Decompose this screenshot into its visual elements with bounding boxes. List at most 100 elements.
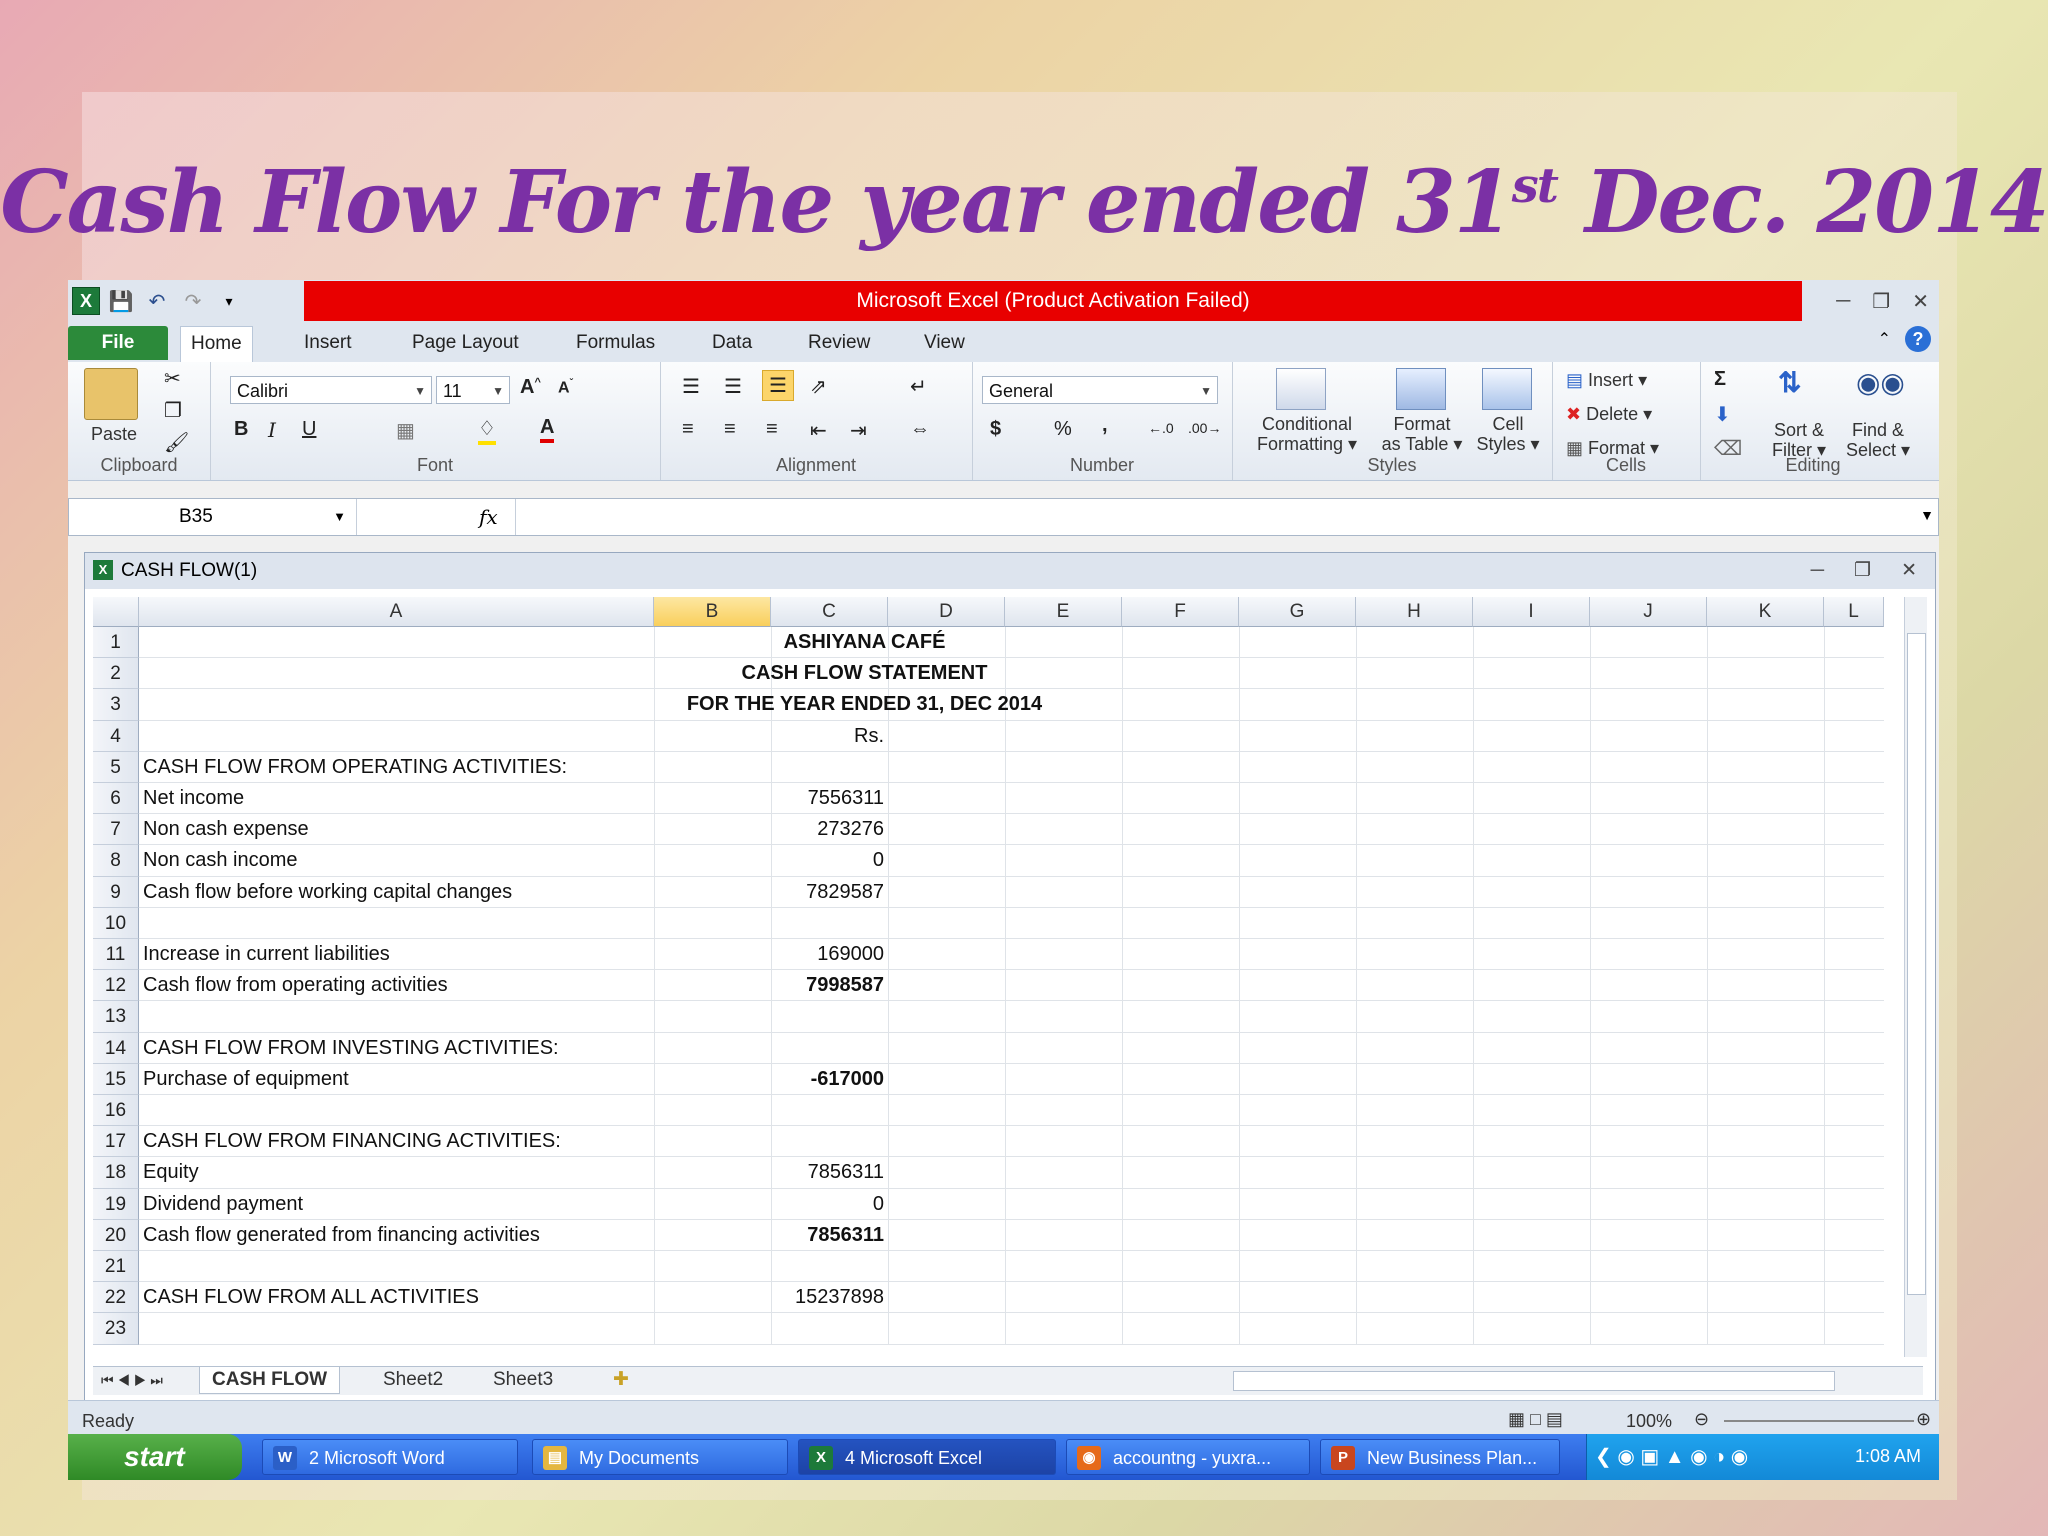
tab-file[interactable]: File xyxy=(68,326,168,360)
conditional-formatting-icon[interactable] xyxy=(1276,368,1326,410)
cut-icon[interactable]: ✂ xyxy=(164,366,181,391)
column-header-f[interactable]: F xyxy=(1122,597,1239,627)
new-sheet-icon[interactable]: ✚ xyxy=(613,1367,629,1393)
row-header[interactable]: 18 xyxy=(93,1157,139,1189)
zoom-slider[interactable] xyxy=(1724,1420,1914,1422)
autosum-icon[interactable]: Σ xyxy=(1714,368,1726,391)
cell-c-value[interactable]: 273276 xyxy=(771,814,884,845)
workbook-restore-icon[interactable]: ❐ xyxy=(1854,553,1871,589)
close-icon[interactable]: ✕ xyxy=(1912,289,1929,314)
cell-c-value[interactable]: 15237898 xyxy=(771,1282,884,1313)
cell-a-label[interactable]: Purchase of equipment xyxy=(143,1064,349,1095)
cell-c-value[interactable]: 7829587 xyxy=(771,877,884,908)
row-header[interactable]: 21 xyxy=(93,1251,139,1283)
row-header[interactable]: 11 xyxy=(93,939,139,971)
cell-a-label[interactable]: Non cash expense xyxy=(143,814,309,845)
sheet-tab-sheet2[interactable]: Sheet2 xyxy=(383,1367,443,1393)
cell-a-label[interactable]: Increase in current liabilities xyxy=(143,939,390,970)
align-left-icon[interactable]: ≡ xyxy=(682,418,694,441)
sheet-tab-cash-flow[interactable]: CASH FLOW xyxy=(199,1367,341,1394)
row-header[interactable]: 19 xyxy=(93,1188,139,1220)
row-header[interactable]: 16 xyxy=(93,1095,139,1127)
tab-formulas[interactable]: Formulas xyxy=(566,326,665,360)
row-header[interactable]: 10 xyxy=(93,907,139,939)
bold-icon[interactable]: B xyxy=(234,418,248,441)
align-middle-icon[interactable]: ☰ xyxy=(724,374,742,399)
row-header[interactable]: 6 xyxy=(93,783,139,815)
insert-cells-button[interactable]: ▤ Insert ▾ xyxy=(1566,370,1647,390)
tab-home[interactable]: Home xyxy=(180,326,253,363)
table-row[interactable] xyxy=(139,783,1884,815)
cell-c-value[interactable]: 169000 xyxy=(771,939,884,970)
sheet-tab-sheet3[interactable]: Sheet3 xyxy=(493,1367,553,1393)
align-top-icon[interactable]: ☰ xyxy=(682,374,700,399)
table-row[interactable] xyxy=(139,1157,1884,1189)
cell-a-label[interactable]: CASH FLOW FROM FINANCING ACTIVITIES: xyxy=(143,1126,561,1157)
underline-icon[interactable]: U xyxy=(302,418,316,441)
table-row[interactable] xyxy=(139,721,1884,752)
cell-c-value[interactable]: 7856311 xyxy=(771,1220,884,1251)
row-header[interactable]: 13 xyxy=(93,1001,139,1033)
cell-a-label[interactable]: Non cash income xyxy=(143,845,298,876)
table-row[interactable] xyxy=(139,908,1884,939)
tab-review[interactable]: Review xyxy=(798,326,880,360)
cell-c-value[interactable]: -617000 xyxy=(771,1064,884,1095)
format-painter-icon[interactable]: 🖌 xyxy=(164,430,189,455)
row-header[interactable]: 7 xyxy=(93,814,139,846)
cell-styles-button[interactable]: Cell Styles ▾ xyxy=(1470,414,1546,454)
table-row[interactable] xyxy=(139,1001,1884,1033)
taskbar-button[interactable]: ▤ My Documents xyxy=(532,1439,788,1475)
sort-filter-button[interactable]: Sort & Filter ▾ xyxy=(1764,420,1834,460)
column-header-i[interactable]: I xyxy=(1473,597,1590,627)
row-header[interactable]: 5 xyxy=(93,751,139,783)
sheet-nav-arrows[interactable]: ⏮ ◀ ▶ ⏭ xyxy=(101,1367,163,1393)
column-header-a[interactable]: A xyxy=(139,597,654,627)
help-icon[interactable]: ? xyxy=(1905,326,1931,352)
column-header-j[interactable]: J xyxy=(1590,597,1707,627)
conditional-formatting-button[interactable]: Conditional Formatting ▾ xyxy=(1232,414,1382,454)
header-title-cell[interactable]: CASH FLOW STATEMENT xyxy=(139,658,1590,689)
table-row[interactable] xyxy=(139,1095,1884,1127)
excel-logo-icon[interactable]: X xyxy=(72,287,100,315)
binoculars-icon[interactable]: ◉◉ xyxy=(1856,366,1905,399)
name-box[interactable]: B35 ▼ xyxy=(69,499,357,535)
decrease-decimal-icon[interactable]: .00→ xyxy=(1188,420,1221,436)
row-header[interactable]: 17 xyxy=(93,1126,139,1158)
row-header[interactable]: 9 xyxy=(93,876,139,908)
column-header-l[interactable]: L xyxy=(1824,597,1884,627)
orientation-icon[interactable]: ⇗ xyxy=(810,374,827,399)
header-title-cell[interactable]: FOR THE YEAR ENDED 31, DEC 2014 xyxy=(139,689,1590,720)
row-header[interactable]: 2 xyxy=(93,658,139,690)
cell-c-value[interactable]: Rs. xyxy=(771,721,884,752)
cell-a-label[interactable]: CASH FLOW FROM ALL ACTIVITIES xyxy=(143,1282,479,1313)
column-header-k[interactable]: K xyxy=(1707,597,1824,627)
paste-button[interactable]: Paste xyxy=(74,424,154,444)
taskbar-button[interactable]: ◉ accountng - yuxra... xyxy=(1066,1439,1310,1475)
cell-a-label[interactable]: CASH FLOW FROM INVESTING ACTIVITIES: xyxy=(143,1033,559,1064)
view-buttons[interactable]: ▦ □ ▤ xyxy=(1508,1409,1563,1430)
undo-icon[interactable]: ↶ xyxy=(142,286,172,316)
percent-button[interactable]: % xyxy=(1054,418,1072,441)
table-row[interactable] xyxy=(139,845,1884,877)
header-title-cell[interactable]: ASHIYANA CAFÉ xyxy=(139,627,1590,658)
row-header[interactable]: 22 xyxy=(93,1282,139,1314)
table-row[interactable] xyxy=(139,1313,1884,1345)
row-header[interactable]: 4 xyxy=(93,720,139,752)
taskbar-button[interactable]: X 4 Microsoft Excel xyxy=(798,1439,1056,1475)
cell-a-label[interactable]: Net income xyxy=(143,783,244,814)
start-button[interactable]: start xyxy=(68,1434,242,1480)
table-row[interactable] xyxy=(139,1251,1884,1283)
align-right-icon[interactable]: ≡ xyxy=(766,418,778,441)
merge-center-icon[interactable]: ⇔ xyxy=(910,418,930,441)
borders-icon[interactable]: ▦ xyxy=(396,418,415,443)
table-row[interactable] xyxy=(139,1064,1884,1095)
delete-cells-button[interactable]: ✖ Delete ▾ xyxy=(1566,404,1652,424)
column-header-b[interactable]: B xyxy=(654,597,771,627)
cell-c-value[interactable]: 0 xyxy=(771,1189,884,1220)
column-header-e[interactable]: E xyxy=(1005,597,1122,627)
sort-filter-icon[interactable]: ⇅ xyxy=(1778,366,1801,399)
minimize-icon[interactable]: ─ xyxy=(1836,290,1850,313)
decrease-indent-icon[interactable]: ⇤ xyxy=(810,418,827,443)
font-size-select[interactable]: 11 ▼ xyxy=(436,376,510,404)
format-as-table-icon[interactable] xyxy=(1396,368,1446,410)
